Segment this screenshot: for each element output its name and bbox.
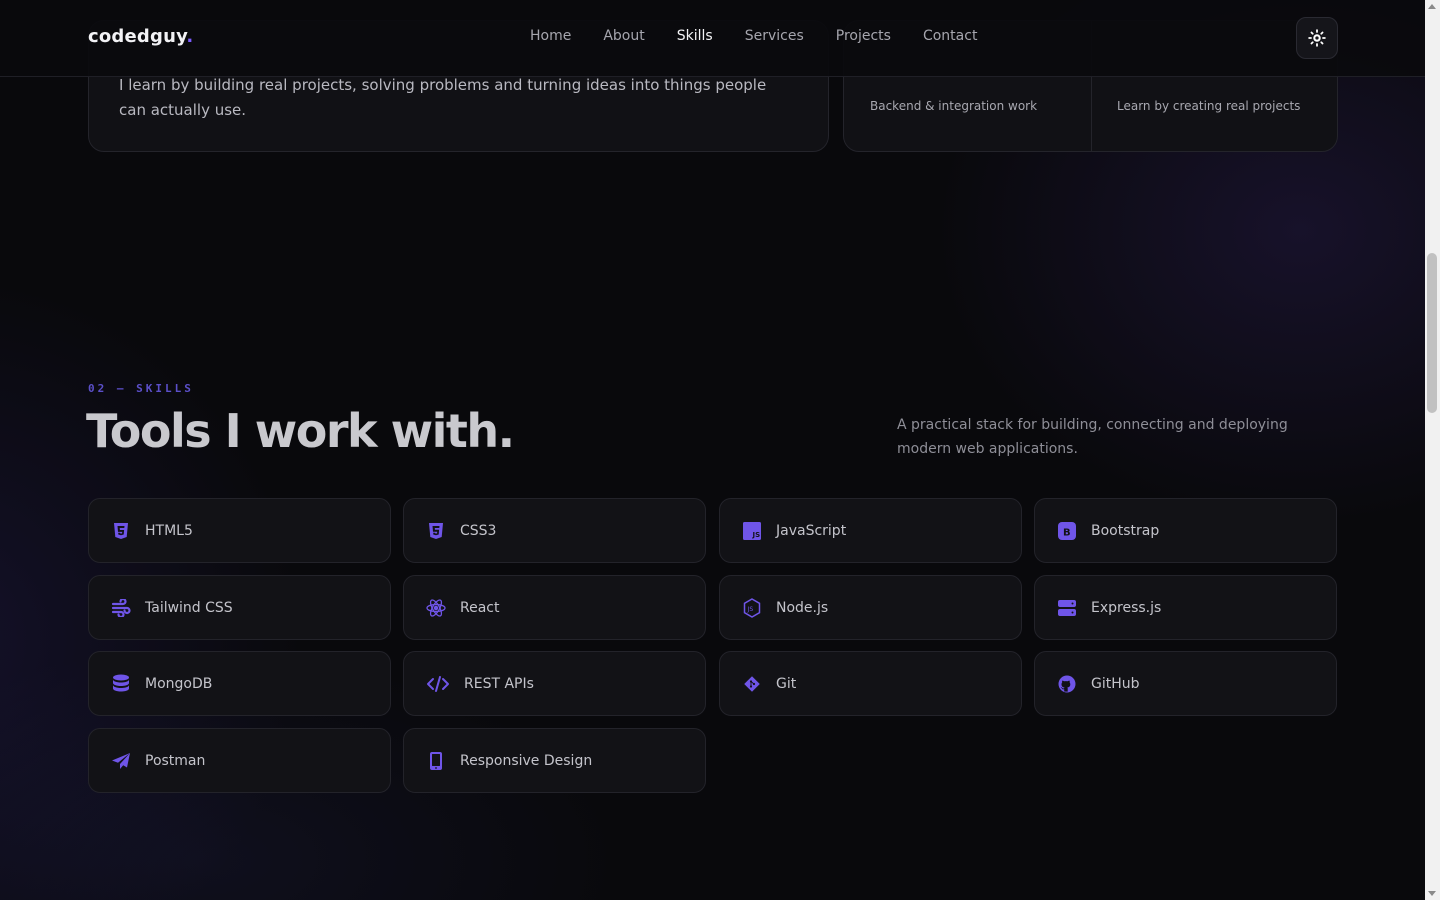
skill-card-git[interactable]: Git <box>719 651 1022 716</box>
skill-label: JavaScript <box>776 522 847 539</box>
nav-about[interactable]: About <box>603 28 644 44</box>
skill-card-responsive-design[interactable]: Responsive Design <box>403 728 706 793</box>
bootstrap-icon: B <box>1057 521 1077 541</box>
svg-text:JS: JS <box>752 531 761 539</box>
nav-services[interactable]: Services <box>745 28 804 44</box>
scrollbar-thumb[interactable] <box>1427 253 1437 413</box>
scroll-up-arrow-icon[interactable] <box>1428 4 1436 9</box>
skill-label: MongoDB <box>145 675 213 692</box>
skill-label: Bootstrap <box>1091 522 1160 539</box>
section-title: Tools I work with. <box>86 404 515 458</box>
nav-home[interactable]: Home <box>530 28 571 44</box>
svg-text:JS: JS <box>747 606 754 613</box>
skill-card-tailwind[interactable]: Tailwind CSS <box>88 575 391 640</box>
scroll-down-arrow-icon[interactable] <box>1428 891 1436 896</box>
wind-icon <box>111 598 131 618</box>
skill-card-nodejs[interactable]: JS Node.js <box>719 575 1022 640</box>
skill-label: Tailwind CSS <box>145 599 233 616</box>
main-nav: Home About Skills Services Projects Cont… <box>530 28 977 44</box>
nav-skills[interactable]: Skills <box>677 28 713 44</box>
vertical-scrollbar[interactable] <box>1425 0 1440 900</box>
svg-text:B: B <box>1063 527 1071 538</box>
about-text: I learn by building real projects, solvi… <box>119 76 767 119</box>
skill-card-rest-apis[interactable]: REST APIs <box>403 651 706 716</box>
database-icon <box>111 674 131 694</box>
skill-label: Node.js <box>776 599 829 616</box>
code-icon <box>426 674 450 694</box>
section-eyebrow: 02 — SKILLS <box>88 382 194 395</box>
theme-toggle-button[interactable] <box>1296 17 1338 59</box>
skill-label: HTML5 <box>145 522 193 539</box>
stat-caption-projects: Learn by creating real projects <box>1117 99 1301 113</box>
skill-card-react[interactable]: React <box>403 575 706 640</box>
sun-icon <box>1308 29 1326 47</box>
skill-card-postman[interactable]: Postman <box>88 728 391 793</box>
html5-icon <box>111 521 131 541</box>
skill-label: GitHub <box>1091 675 1140 692</box>
skill-card-html5[interactable]: HTML5 <box>88 498 391 563</box>
skill-label: Git <box>776 675 797 692</box>
css3-icon <box>426 521 446 541</box>
skill-label: CSS3 <box>460 522 497 539</box>
paper-plane-icon <box>111 751 131 771</box>
top-navbar: codedguy. Home About Skills Services Pro… <box>0 0 1425 77</box>
skill-label: REST APIs <box>464 675 534 692</box>
server-icon <box>1057 598 1077 618</box>
javascript-icon: JS <box>742 521 762 541</box>
git-icon <box>742 674 762 694</box>
nodejs-icon: JS <box>742 597 762 618</box>
section-description: A practical stack for building, connecti… <box>897 417 1288 457</box>
skill-card-javascript[interactable]: JS JavaScript <box>719 498 1022 563</box>
skill-card-css3[interactable]: CSS3 <box>403 498 706 563</box>
skill-label: Express.js <box>1091 599 1162 616</box>
skill-card-bootstrap[interactable]: B Bootstrap <box>1034 498 1337 563</box>
brand-logo[interactable]: codedguy. <box>88 26 193 47</box>
skill-label: React <box>460 599 500 616</box>
nav-contact[interactable]: Contact <box>923 28 977 44</box>
skill-card-github[interactable]: GitHub <box>1034 651 1337 716</box>
skill-label: Postman <box>145 752 206 769</box>
skill-card-mongodb[interactable]: MongoDB <box>88 651 391 716</box>
stat-caption-backend: Backend & integration work <box>870 99 1038 113</box>
skill-label: Responsive Design <box>460 752 593 769</box>
mobile-icon <box>426 751 446 771</box>
react-icon <box>426 598 446 618</box>
skill-card-express[interactable]: Express.js <box>1034 575 1337 640</box>
nav-projects[interactable]: Projects <box>836 28 891 44</box>
github-icon <box>1057 674 1077 694</box>
